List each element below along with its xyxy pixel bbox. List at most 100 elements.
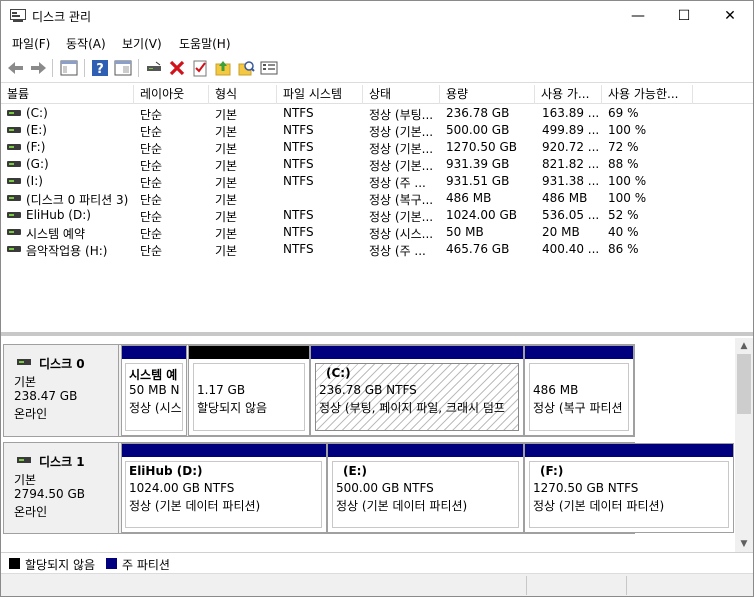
volume-row[interactable]: (G:) 단순 기본 NTFS 정상 (기본... 931.39 GB 821.… bbox=[1, 156, 753, 173]
volume-filesystem: NTFS bbox=[283, 106, 314, 120]
properties-icon[interactable] bbox=[113, 58, 133, 78]
disk-view-scrollbar[interactable]: ▲ ▼ bbox=[735, 338, 753, 552]
volume-layout: 단순 bbox=[140, 210, 163, 224]
volume-type: 기본 bbox=[215, 108, 238, 122]
volume-layout: 단순 bbox=[140, 176, 163, 190]
partition-body: 486 MB 정상 (복구 파티션 bbox=[529, 363, 629, 431]
close-button[interactable]: ✕ bbox=[707, 1, 753, 31]
volume-free-space: 931.38 ... bbox=[542, 174, 600, 188]
legend-swatch-unallocated bbox=[9, 558, 20, 569]
menu-file[interactable]: 파일(F) bbox=[12, 35, 50, 52]
volume-layout: 단순 bbox=[140, 125, 163, 139]
column-header-capacity[interactable]: 용량 bbox=[440, 85, 535, 104]
disk-name: 디스크 0 bbox=[39, 357, 85, 371]
column-header-layout[interactable]: 레이아웃 bbox=[134, 85, 209, 104]
disk-state: 온라인 bbox=[14, 505, 48, 519]
column-header-filesystem[interactable]: 파일 시스템 bbox=[277, 85, 363, 104]
volume-name: (I:) bbox=[26, 174, 43, 188]
column-header-status[interactable]: 상태 bbox=[363, 85, 440, 104]
volume-row[interactable]: (C:) 단순 기본 NTFS 정상 (부팅... 236.78 GB 163.… bbox=[1, 105, 753, 122]
menu-view[interactable]: 보기(V) bbox=[122, 35, 162, 52]
volume-percent-free: 40 % bbox=[608, 225, 639, 239]
partition-d-drive[interactable]: EliHub (D:) 1024.00 GB NTFS 정상 (기본 데이터 파… bbox=[121, 443, 327, 533]
partition-system-reserved[interactable]: 시스템 예 50 MB N 정상 (시스 bbox=[121, 345, 187, 436]
partition-type-bar bbox=[328, 444, 523, 457]
column-header-type[interactable]: 형식 bbox=[209, 85, 277, 104]
partition-size: 236.78 GB NTFS bbox=[319, 383, 417, 397]
partition-type-bar bbox=[122, 444, 326, 457]
menu-help[interactable]: 도움말(H) bbox=[179, 35, 231, 52]
partition-title: (F:) bbox=[540, 464, 564, 478]
disk-0-row: 디스크 0 기본 238.47 GB 온라인 시스템 예 50 MB N 정상 … bbox=[3, 344, 635, 437]
status-separator bbox=[526, 576, 527, 595]
volume-row[interactable]: (F:) 단순 기본 NTFS 정상 (기본... 1270.50 GB 920… bbox=[1, 139, 753, 156]
status-separator bbox=[626, 576, 627, 595]
volume-name: (디스크 0 파티션 3) bbox=[26, 193, 129, 207]
volume-layout: 단순 bbox=[140, 159, 163, 173]
volume-status: 정상 (주 ... bbox=[369, 176, 426, 190]
volume-icon bbox=[7, 161, 21, 167]
volume-free-space: 163.89 ... bbox=[542, 106, 600, 120]
column-header-percent-free[interactable]: 사용 가능한... bbox=[602, 85, 693, 104]
disk-1-label[interactable]: 디스크 1 기본 2794.50 GB 온라인 bbox=[4, 443, 119, 533]
volume-name: 음악작업용 (H:) bbox=[26, 244, 108, 258]
partition-type-bar bbox=[311, 346, 523, 359]
volume-free-space: 920.72 ... bbox=[542, 140, 600, 154]
disk-1-row: 디스크 1 기본 2794.50 GB 온라인 EliHub (D:) 1024… bbox=[3, 442, 734, 534]
partition-e-drive[interactable]: (E:) 500.00 GB NTFS 정상 (기본 데이터 파티션) bbox=[327, 443, 524, 533]
partition-unallocated[interactable]: 1.17 GB 할당되지 않음 bbox=[188, 345, 310, 436]
volume-row[interactable]: 시스템 예약 단순 기본 NTFS 정상 (시스... 50 MB 20 MB … bbox=[1, 224, 753, 241]
volume-type: 기본 bbox=[215, 227, 238, 241]
console-tree-icon[interactable] bbox=[59, 58, 79, 78]
volume-filesystem: NTFS bbox=[283, 157, 314, 171]
partition-size: 1270.50 GB NTFS bbox=[533, 481, 639, 495]
forward-arrow-icon[interactable] bbox=[28, 58, 48, 78]
minimize-button[interactable]: — bbox=[615, 1, 661, 31]
volume-status: 정상 (기본... bbox=[369, 125, 434, 139]
partition-c-drive[interactable]: (C:) 236.78 GB NTFS 정상 (부팅, 페이지 파일, 크래시 … bbox=[310, 345, 524, 436]
scroll-up-icon[interactable]: ▲ bbox=[735, 338, 753, 354]
partition-recovery[interactable]: 486 MB 정상 (복구 파티션 bbox=[524, 345, 634, 436]
maximize-button[interactable]: ☐ bbox=[661, 1, 707, 31]
volume-row[interactable]: (E:) 단순 기본 NTFS 정상 (기본... 500.00 GB 499.… bbox=[1, 122, 753, 139]
disk-0-label[interactable]: 디스크 0 기본 238.47 GB 온라인 bbox=[4, 345, 119, 436]
delete-icon[interactable] bbox=[167, 58, 187, 78]
search-icon[interactable] bbox=[236, 58, 256, 78]
volume-capacity: 50 MB bbox=[446, 225, 484, 239]
volume-row[interactable]: EliHub (D:) 단순 기본 NTFS 정상 (기본... 1024.00… bbox=[1, 207, 753, 224]
volume-row[interactable]: 음악작업용 (H:) 단순 기본 NTFS 정상 (주 ... 465.76 G… bbox=[1, 241, 753, 258]
help-icon[interactable]: ? bbox=[90, 58, 110, 78]
up-folder-icon[interactable] bbox=[213, 58, 233, 78]
legend-label-primary: 주 파티션 bbox=[122, 558, 170, 572]
column-header-volume[interactable]: 볼륨 bbox=[1, 85, 134, 104]
menu-action[interactable]: 동작(A) bbox=[66, 35, 106, 52]
volume-type: 기본 bbox=[215, 125, 238, 139]
volume-row[interactable]: (I:) 단순 기본 NTFS 정상 (주 ... 931.51 GB 931.… bbox=[1, 173, 753, 190]
scroll-thumb[interactable] bbox=[737, 354, 751, 414]
volume-status: 정상 (주 ... bbox=[369, 244, 426, 258]
scroll-down-icon[interactable]: ▼ bbox=[735, 536, 753, 552]
pane-splitter[interactable] bbox=[1, 332, 753, 336]
partition-f-drive[interactable]: (F:) 1270.50 GB NTFS 정상 (기본 데이터 파티션) bbox=[524, 443, 734, 533]
volume-free-space: 20 MB bbox=[542, 225, 580, 239]
volume-layout: 단순 bbox=[140, 193, 163, 207]
volume-capacity: 500.00 GB bbox=[446, 123, 510, 137]
volume-filesystem: NTFS bbox=[283, 242, 314, 256]
volume-icon bbox=[7, 212, 21, 218]
partition-body: (F:) 1270.50 GB NTFS 정상 (기본 데이터 파티션) bbox=[529, 461, 729, 528]
partition-status: 정상 (부팅, 페이지 파일, 크래시 덤프 bbox=[319, 401, 505, 415]
volume-percent-free: 86 % bbox=[608, 242, 639, 256]
volume-row[interactable]: (디스크 0 파티션 3) 단순 기본 정상 (복구... 486 MB 486… bbox=[1, 190, 753, 207]
svg-text:?: ? bbox=[96, 62, 104, 77]
checklist-icon[interactable] bbox=[190, 58, 210, 78]
partition-size: 486 MB bbox=[533, 383, 579, 397]
partition-type-bar bbox=[525, 444, 733, 457]
back-arrow-icon[interactable] bbox=[6, 58, 26, 78]
connect-icon[interactable] bbox=[144, 58, 164, 78]
partition-type-bar bbox=[189, 346, 309, 359]
volume-type: 기본 bbox=[215, 176, 238, 190]
partition-size: 1024.00 GB NTFS bbox=[129, 481, 235, 495]
volume-name: EliHub (D:) bbox=[26, 208, 91, 222]
details-icon[interactable] bbox=[259, 58, 279, 78]
column-header-free-space[interactable]: 사용 가... bbox=[535, 85, 602, 104]
